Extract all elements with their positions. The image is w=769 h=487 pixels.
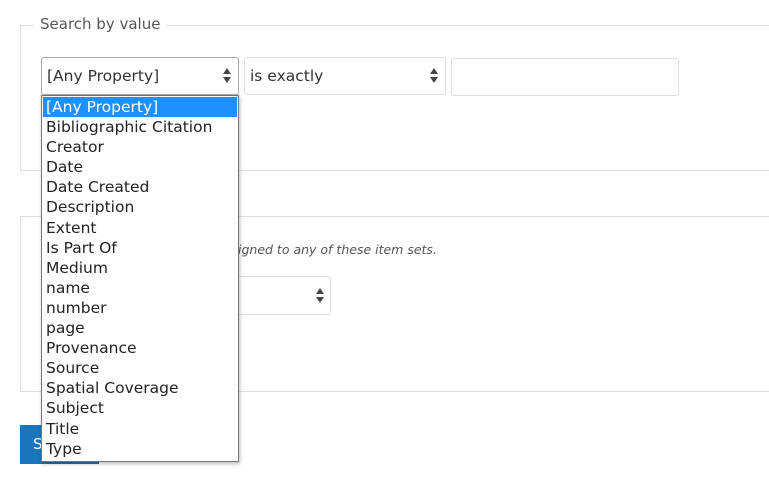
dropdown-option[interactable]: Source bbox=[42, 358, 238, 378]
dropdown-option[interactable]: Date Created bbox=[42, 177, 238, 197]
dropdown-option[interactable]: name bbox=[42, 278, 238, 298]
dropdown-option[interactable]: [Any Property] bbox=[43, 97, 237, 118]
select-arrows-icon bbox=[430, 67, 439, 85]
dropdown-option[interactable]: page bbox=[42, 318, 238, 338]
dropdown-option[interactable]: Title bbox=[42, 419, 238, 439]
dropdown-option[interactable]: Subject bbox=[42, 398, 238, 418]
operator-select[interactable]: is exactly bbox=[244, 57, 446, 95]
dropdown-option[interactable]: Provenance bbox=[42, 338, 238, 358]
search-form: Search by value [Any Property] is exactl… bbox=[0, 0, 769, 487]
dropdown-option[interactable]: Creator bbox=[42, 137, 238, 157]
dropdown-option[interactable]: Medium bbox=[42, 258, 238, 278]
dropdown-option[interactable]: Date bbox=[42, 157, 238, 177]
dropdown-option[interactable]: Is Part Of bbox=[42, 238, 238, 258]
dropdown-option[interactable]: Spatial Coverage bbox=[42, 378, 238, 398]
dropdown-option[interactable]: Extent bbox=[42, 218, 238, 238]
dropdown-option[interactable]: Bibliographic Citation bbox=[42, 117, 238, 137]
search-by-value-legend: Search by value bbox=[34, 14, 167, 34]
item-sets-hint: igned to any of these item sets. bbox=[238, 242, 437, 257]
dropdown-option[interactable]: Description bbox=[42, 197, 238, 217]
select-arrows-icon bbox=[223, 67, 232, 85]
property-dropdown-list[interactable]: [Any Property] Bibliographic Citation Cr… bbox=[41, 95, 239, 462]
item-set-select[interactable] bbox=[230, 276, 331, 315]
value-input[interactable] bbox=[451, 58, 679, 96]
select-arrows-icon bbox=[316, 287, 325, 305]
property-select[interactable]: [Any Property] bbox=[41, 57, 239, 95]
dropdown-option[interactable]: number bbox=[42, 298, 238, 318]
property-select-value: [Any Property] bbox=[47, 67, 160, 85]
operator-select-value: is exactly bbox=[250, 67, 324, 85]
dropdown-option[interactable]: Type bbox=[42, 439, 238, 459]
